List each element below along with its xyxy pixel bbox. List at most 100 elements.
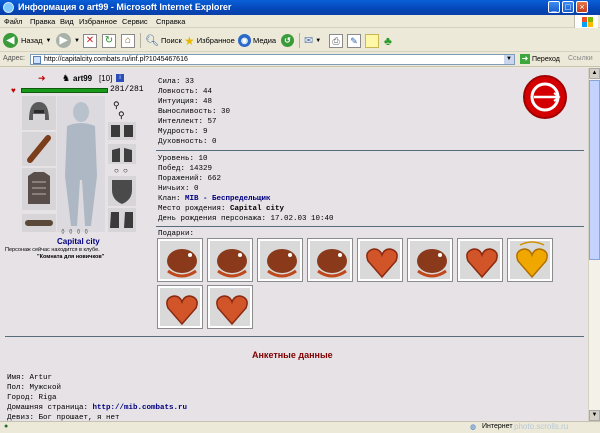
clan-line: Клан: MIB - Беспредельщик	[158, 195, 271, 203]
chevron-down-icon[interactable]: ▼	[74, 38, 80, 44]
gift-item[interactable]	[207, 285, 253, 329]
menu-edit[interactable]: Правка	[30, 17, 55, 26]
gift-item[interactable]	[307, 238, 353, 282]
favorites-button[interactable]: ★ Избранное	[184, 32, 235, 49]
chevron-down-icon[interactable]: ▼	[315, 38, 321, 44]
close-button[interactable]: ×	[576, 1, 588, 13]
stat-spirituality: Духовность: 0	[158, 138, 217, 146]
boots-slot[interactable]	[108, 208, 136, 232]
status-bar: ● ◍ Интернет photo.scrolls.ru	[0, 421, 600, 433]
gift-item[interactable]	[407, 238, 453, 282]
window-title: Информация о art99 - Microsoft Internet …	[18, 2, 232, 12]
menu-view[interactable]: Вид	[60, 17, 74, 26]
mail-button[interactable]: ✉ ▼	[304, 32, 321, 49]
forward-arrow-icon: ▶	[56, 33, 71, 48]
vertical-scrollbar[interactable]: ▲ ▼	[588, 68, 600, 433]
character-name: art99	[73, 74, 93, 83]
divider	[156, 226, 584, 227]
toolbar-separator	[140, 33, 141, 48]
archer-icon	[530, 82, 561, 112]
menu-file[interactable]: Файл	[4, 17, 22, 26]
gift-item[interactable]	[257, 238, 303, 282]
stat-intuition: Интуиция: 48	[158, 98, 213, 106]
menu-tools[interactable]: Сервис	[122, 17, 148, 26]
ring-icon[interactable]: ○	[123, 166, 128, 175]
media-label: Медиа	[253, 36, 277, 45]
info-icon[interactable]: i	[116, 74, 124, 82]
gift-item[interactable]	[507, 238, 553, 282]
arrow-right-icon[interactable]: ➜	[38, 73, 46, 84]
armor-slot[interactable]	[22, 168, 56, 210]
address-input[interactable]: http://capitalcity.combats.ru/inf.pl?104…	[30, 54, 515, 65]
bird-gift-icon	[267, 249, 297, 278]
discuss-button[interactable]	[365, 32, 379, 49]
scroll-thumb[interactable]	[589, 80, 600, 260]
heart-gift-icon	[366, 248, 398, 279]
go-button[interactable]: ➜ Переход	[520, 54, 560, 64]
stat-agility: Ловкость: 44	[158, 88, 213, 96]
menu-help[interactable]: Справка	[156, 17, 185, 26]
gift-item[interactable]	[457, 238, 503, 282]
gift-item[interactable]	[207, 238, 253, 282]
chevron-down-icon[interactable]: ▼	[504, 55, 514, 64]
gloves-slot[interactable]	[108, 144, 136, 164]
weapon-slot[interactable]	[22, 132, 56, 166]
refresh-button[interactable]: ↻	[102, 32, 116, 49]
forward-button[interactable]: ▶ ▼	[56, 32, 80, 49]
record-losses: Поражений: 662	[158, 175, 222, 183]
maximize-button[interactable]: □	[562, 1, 574, 13]
homepage-link[interactable]: http://mib.combats.ru	[93, 404, 188, 412]
menu-favorites[interactable]: Избранное	[79, 17, 117, 26]
home-button[interactable]: ⌂	[121, 32, 135, 49]
back-button[interactable]: ◀ Назад ▼	[3, 32, 51, 49]
internet-zone-icon: ◍	[470, 424, 477, 431]
search-button[interactable]: 🔍︎ Поиск	[145, 32, 182, 49]
alignment-emblem	[523, 75, 567, 119]
scroll-down-icon[interactable]: ▼	[589, 410, 600, 421]
shield-slot[interactable]	[108, 176, 136, 206]
profile-city: Город: Riga	[7, 394, 57, 402]
ring-icon[interactable]: ○	[114, 166, 119, 175]
stat-intellect: Интеллект: 57	[158, 118, 217, 126]
minimize-button[interactable]: _	[548, 1, 560, 13]
back-arrow-icon: ◀	[3, 33, 18, 48]
gift-item[interactable]	[357, 238, 403, 282]
media-button[interactable]: ◉ Медиа	[238, 32, 276, 49]
heart-icon: ♥	[11, 86, 16, 95]
stop-button[interactable]: ✕	[83, 32, 97, 49]
bird-gift-icon	[317, 249, 347, 278]
gift-item[interactable]	[157, 285, 203, 329]
go-label: Переход	[532, 55, 560, 63]
divider	[5, 336, 584, 337]
bracers-slot[interactable]	[108, 122, 136, 140]
stat-endurance: Выносливость: 30	[158, 108, 231, 116]
star-icon: ★	[184, 33, 195, 48]
discuss-icon	[365, 33, 379, 48]
birthday-line: День рождения персонажа: 17.02.03 10:40	[158, 215, 334, 223]
helmet-slot[interactable]	[22, 96, 56, 130]
links-button[interactable]: Ссылки	[568, 55, 593, 62]
messenger-button[interactable]: ♣	[384, 32, 392, 49]
profile-name: Имя: Artur	[7, 374, 53, 382]
chevron-down-icon[interactable]: ▼	[46, 38, 52, 44]
print-button[interactable]: ⎙	[329, 32, 343, 49]
media-icon: ◉	[238, 34, 251, 47]
gift-item[interactable]	[157, 238, 203, 282]
refresh-icon: ↻	[102, 33, 116, 48]
zone-label: Интернет	[482, 423, 513, 430]
belt-slot[interactable]	[22, 214, 56, 232]
page-content: ➜ ♞ art99 [10] i ♥ 281/281 ⚲ ⚲ ○ ○ ⚱ ⚱ ⚱…	[0, 68, 588, 433]
bird-gift-icon	[167, 249, 197, 278]
scroll-up-icon[interactable]: ▲	[589, 68, 600, 79]
address-url[interactable]: http://capitalcity.combats.ru/inf.pl?104…	[44, 56, 188, 63]
search-icon: 🔍︎	[145, 35, 159, 47]
shield-icon	[112, 180, 132, 204]
stop-icon: ✕	[83, 33, 97, 48]
record-draws: Ничьих: 0	[158, 185, 199, 193]
toolbar-separator	[299, 33, 300, 48]
edit-button[interactable]: ✎	[347, 32, 361, 49]
clan-link[interactable]: MIB - Беспредельщик	[185, 195, 271, 203]
history-button[interactable]: ↺	[281, 32, 294, 49]
windows-flag-icon	[574, 15, 598, 28]
accessory-icon[interactable]: ⚲	[118, 110, 125, 121]
